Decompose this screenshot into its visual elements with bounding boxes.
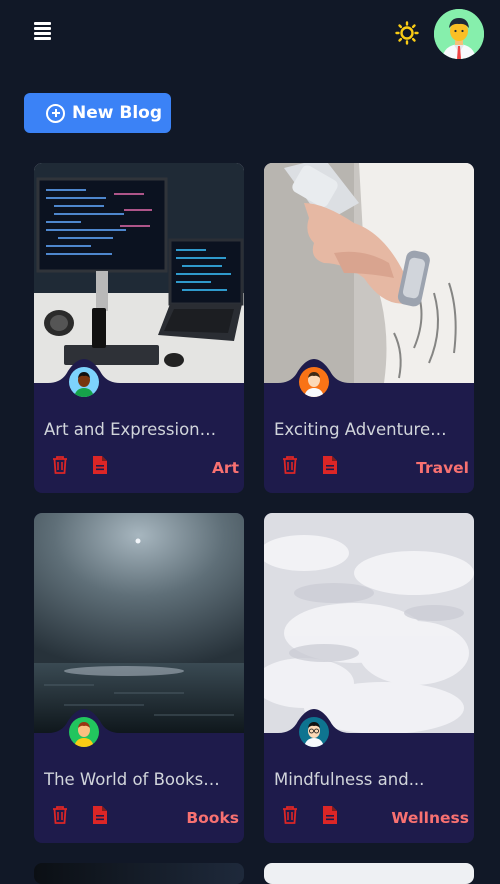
blog-title: Mindfulness and...	[274, 770, 425, 789]
trash-icon[interactable]	[281, 805, 299, 825]
trash-icon[interactable]	[281, 455, 299, 475]
hands-holding-phone-photo	[264, 163, 474, 383]
category-tag[interactable]: Wellness	[391, 809, 469, 827]
blog-title: Exciting Adventures i...	[274, 420, 450, 439]
clouds-sky-photo	[264, 513, 474, 733]
top-bar	[0, 0, 500, 70]
laptop-monitor-code-photo	[34, 163, 244, 383]
blog-card[interactable]	[34, 863, 244, 884]
dark-sea-moon-photo	[34, 513, 244, 733]
author-avatar	[299, 367, 329, 397]
new-blog-label: New Blog	[72, 103, 163, 123]
blog-image	[264, 863, 474, 884]
author-avatar	[299, 717, 329, 747]
author-avatar	[69, 367, 99, 397]
new-blog-button[interactable]: New Blog	[24, 93, 171, 133]
user-avatar[interactable]	[434, 9, 484, 59]
document-icon[interactable]	[321, 455, 339, 475]
blog-card[interactable]	[264, 863, 474, 884]
blog-title: The World of Books: ...	[44, 770, 220, 789]
blog-title: Art and Expression:...	[44, 420, 220, 439]
hamburger-menu-icon[interactable]	[34, 22, 54, 42]
plus-circle-icon	[46, 103, 65, 123]
blog-card[interactable]: The World of Books: ... Books	[34, 513, 244, 843]
trash-icon[interactable]	[51, 805, 69, 825]
blog-image	[34, 863, 244, 884]
blog-card[interactable]: Art and Expression:... Art	[34, 163, 244, 493]
blog-card[interactable]: Exciting Adventures i... Travel	[264, 163, 474, 493]
document-icon[interactable]	[321, 805, 339, 825]
document-icon[interactable]	[91, 805, 109, 825]
category-tag[interactable]: Books	[186, 809, 239, 827]
author-avatar	[69, 717, 99, 747]
category-tag[interactable]: Travel	[416, 459, 469, 477]
sun-icon[interactable]	[395, 21, 419, 45]
trash-icon[interactable]	[51, 455, 69, 475]
category-tag[interactable]: Art	[212, 459, 239, 477]
document-icon[interactable]	[91, 455, 109, 475]
blog-card[interactable]: Mindfulness and... Wellness	[264, 513, 474, 843]
